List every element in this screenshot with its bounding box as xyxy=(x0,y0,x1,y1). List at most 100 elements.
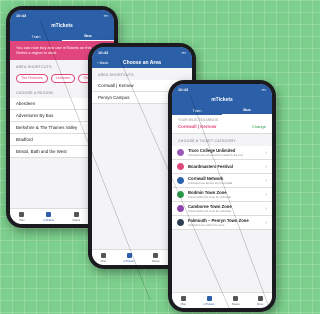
tab-label: Plan xyxy=(180,301,187,306)
chevron-right-icon: › xyxy=(265,205,267,212)
shortcut-chip[interactable]: Leicester xyxy=(50,73,76,83)
category-icon xyxy=(177,219,184,226)
tab-mtickets[interactable]: mTickets xyxy=(203,295,215,306)
category-icon xyxy=(177,191,184,198)
category-text: Camborne Town Zone Travel within the zone… xyxy=(188,204,261,213)
ticket-category-row[interactable]: Cornwall Network Unlimited use across all… xyxy=(172,174,272,188)
category-text: Truro College Unlimited Unlimited use acr… xyxy=(188,148,261,157)
category-icon xyxy=(177,205,184,212)
area-label: Penryn Campus xyxy=(98,95,130,100)
tab-status[interactable]: Status xyxy=(72,211,81,222)
tab-label: Status xyxy=(231,301,240,306)
status-bar: 10:43 ▪▪▪ xyxy=(172,84,272,94)
page-title: mTickets xyxy=(51,22,73,29)
category-icon xyxy=(177,149,184,156)
ticket-category-row[interactable]: Truro College Unlimited Unlimited use acr… xyxy=(172,146,272,160)
region-label: Bristol, Bath and the West xyxy=(16,148,67,154)
category-subtitle: Unlimited use across all Cornwall by the… xyxy=(188,153,243,157)
status-time: 10:43 xyxy=(98,49,109,55)
tab-plan[interactable]: Plan xyxy=(100,252,107,263)
tab-label: Plan xyxy=(19,217,25,222)
status-time: 10:43 xyxy=(16,12,27,18)
region-label: Aberdeen xyxy=(16,100,36,106)
category-subtitle: Travel within the zone for unlimited xyxy=(188,209,232,213)
tab-mtickets[interactable]: mTickets xyxy=(123,252,135,263)
tab-bus[interactable]: Bus xyxy=(62,31,114,41)
chevron-right-icon: › xyxy=(265,219,267,226)
ticket-icon xyxy=(206,295,212,301)
region-label: Bradford xyxy=(16,136,33,142)
status-icon xyxy=(233,295,239,301)
ticket-icon xyxy=(46,211,51,217)
category-subtitle: Unlimited use across all of Cornwall xyxy=(188,181,233,185)
map-icon xyxy=(180,295,186,301)
segment-control: Train Bus xyxy=(10,31,114,41)
selected-area-card: Your selected area is Cornwall | Kernow … xyxy=(172,115,272,134)
page-title: Choose an Area xyxy=(123,59,161,66)
tab-train[interactable]: Train xyxy=(172,105,222,115)
chevron-right-icon: › xyxy=(265,177,267,184)
category-subtitle: Travel within the zone for unlimited xyxy=(188,195,232,199)
selected-area-label: Your selected area is xyxy=(178,118,219,122)
phone-screen: 10:43 ▪▪▪ mTickets Train Bus Your select… xyxy=(172,84,272,308)
more-icon xyxy=(257,295,263,301)
status-time: 10:43 xyxy=(178,86,189,92)
tab-label: mTickets xyxy=(203,301,215,306)
category-text: Boardmasters Festival xyxy=(188,164,261,169)
back-button[interactable]: ‹ Back xyxy=(97,60,108,65)
selected-area-value: Cornwall | Kernow xyxy=(178,124,217,129)
status-icon xyxy=(153,252,159,258)
tab-bar: Plan mTickets Status More xyxy=(172,292,272,308)
category-subtitle: Unlimited use within the zone xyxy=(188,223,225,227)
category-text: Bodmin Town Zone Travel within the zone f… xyxy=(188,190,261,199)
area-label: Cornwall | Kernow xyxy=(98,83,134,88)
segment-control: Train Bus xyxy=(172,105,272,115)
tab-mtickets[interactable]: mTickets xyxy=(42,211,55,222)
tab-plan[interactable]: Plan xyxy=(180,295,187,306)
category-list: Truro College Unlimited Unlimited use acr… xyxy=(172,146,272,230)
category-icon xyxy=(177,177,184,184)
ticket-icon xyxy=(126,252,132,258)
ticket-category-row[interactable]: Bodmin Town Zone Travel within the zone f… xyxy=(172,188,272,202)
tab-label: mTickets xyxy=(123,258,135,263)
tab-status[interactable]: Status xyxy=(151,252,160,263)
signal-icon: ▪▪▪ xyxy=(103,12,108,18)
tab-label: Status xyxy=(72,217,81,222)
region-label: Adventures By Bus xyxy=(16,112,54,118)
nav-bar: mTickets xyxy=(172,94,272,105)
ticket-category-row[interactable]: Boardmasters Festival › xyxy=(172,160,272,174)
tab-train[interactable]: Train xyxy=(10,31,62,41)
chevron-right-icon: › xyxy=(265,191,267,198)
map-icon xyxy=(100,252,106,258)
region-label: Berkshire & The Thames Valley xyxy=(16,124,78,130)
nav-bar: ‹ Back Choose an Area xyxy=(92,57,192,68)
tab-bus[interactable]: Bus xyxy=(222,105,272,115)
page-title: mTickets xyxy=(211,96,233,103)
ticket-category-row[interactable]: Falmouth – Penryn Town Zone Unlimited use… xyxy=(172,216,272,230)
tab-label: Status xyxy=(151,258,160,263)
category-text: Falmouth – Penryn Town Zone Unlimited use… xyxy=(188,218,261,227)
tab-label: Plan xyxy=(100,258,107,263)
category-title: Boardmasters Festival xyxy=(188,164,233,169)
tab-status[interactable]: Status xyxy=(231,295,240,306)
tab-label: mTickets xyxy=(42,217,55,222)
chevron-right-icon: › xyxy=(265,149,267,156)
tab-plan[interactable]: Plan xyxy=(19,211,25,222)
shortcut-chip[interactable]: The Fisheries xyxy=(16,73,48,83)
section-header: Area shortcuts xyxy=(98,73,134,77)
status-bar: 10:43 ▪▪▪ xyxy=(92,47,192,57)
nav-bar: mTickets xyxy=(10,20,114,31)
map-icon xyxy=(19,211,25,217)
ticket-category-row[interactable]: Camborne Town Zone Travel within the zone… xyxy=(172,202,272,216)
signal-icon: ▪▪▪ xyxy=(261,86,266,92)
change-button[interactable]: Change xyxy=(252,124,266,129)
status-bar: 10:43 ▪▪▪ xyxy=(10,10,114,20)
status-icon xyxy=(73,211,79,217)
phone-mockup-tickets: 10:43 ▪▪▪ mTickets Train Bus Your select… xyxy=(168,80,276,312)
tab-more[interactable]: More xyxy=(256,295,264,306)
category-text: Cornwall Network Unlimited use across all… xyxy=(188,176,261,185)
signal-icon: ▪▪▪ xyxy=(181,49,186,55)
section-header: Choose a ticket category xyxy=(178,139,236,143)
tab-label: More xyxy=(256,301,264,306)
chevron-right-icon: › xyxy=(265,163,267,170)
